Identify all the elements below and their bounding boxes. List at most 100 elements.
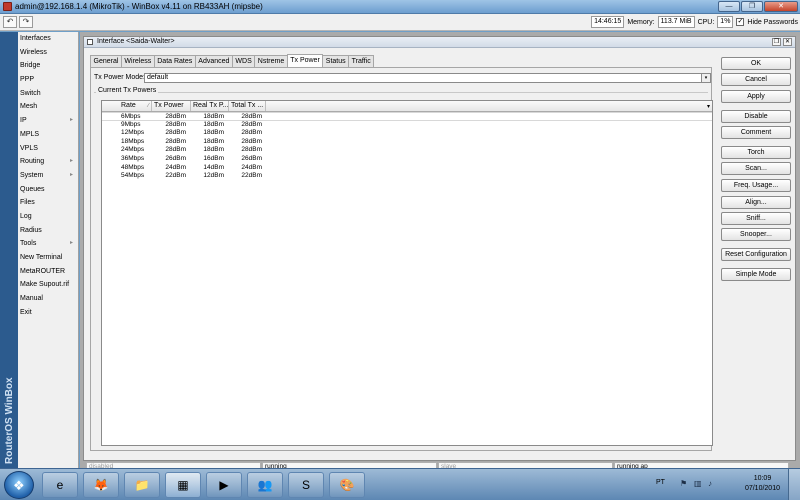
cancel-button[interactable]: Cancel [721, 73, 791, 86]
cell-total-tx: 22dBm [241, 172, 262, 180]
cell-real-tx: 18dBm [203, 120, 224, 128]
cell-rate: 9Mbps [121, 120, 141, 128]
show-desktop-button[interactable] [788, 469, 800, 500]
menu-item-ip[interactable]: IP [18, 114, 78, 128]
align-button[interactable]: Align... [721, 196, 791, 209]
flag-icon[interactable]: ⚑ [680, 479, 687, 488]
apply-button[interactable]: Apply [721, 90, 791, 103]
cell-rate: 48Mbps [121, 163, 145, 171]
dialog-close-button[interactable]: ✕ [783, 38, 792, 46]
menu-item-switch[interactable]: Switch [18, 87, 78, 101]
tab-wireless[interactable]: Wireless [120, 55, 155, 67]
cell-real-tx: 18dBm [203, 129, 224, 137]
cell-total-tx: 28dBm [241, 120, 262, 128]
minimize-button[interactable]: — [718, 1, 740, 12]
tab-traffic[interactable]: Traffic [348, 55, 375, 67]
tx-power-table: ▾ RateTx PowerReal Tx P...Total Tx ... 6… [101, 100, 713, 446]
table-row[interactable]: 54Mbps 22dBm 12dBm 22dBm [102, 172, 712, 181]
snooper-button[interactable]: Snooper... [721, 228, 791, 241]
menu-item-radius[interactable]: Radius [18, 224, 78, 238]
table-row[interactable]: 9Mbps 28dBm 18dBm 28dBm [102, 121, 712, 130]
tab-wds[interactable]: WDS [231, 55, 256, 67]
torch-button[interactable]: Torch [721, 146, 791, 159]
menu-item-ppp[interactable]: PPP [18, 73, 78, 87]
taskbar-paint-icon[interactable]: 🎨 [329, 472, 365, 498]
taskbar-internet-explorer-icon[interactable]: e [42, 472, 78, 498]
scan-button[interactable]: Scan... [721, 162, 791, 175]
menu-item-system[interactable]: System [18, 169, 78, 183]
simple-mode-button[interactable]: Simple Mode [721, 268, 791, 281]
tx-power-mode-select[interactable]: default ▾ [144, 73, 711, 83]
cell-real-tx: 18dBm [203, 146, 224, 154]
menu-item-queues[interactable]: Queues [18, 183, 78, 197]
taskbar-winbox-icon[interactable]: ▦ [165, 472, 201, 498]
menu-item-vpls[interactable]: VPLS [18, 142, 78, 156]
comment-button[interactable]: Comment [721, 126, 791, 139]
disable-button[interactable]: Disable [721, 110, 791, 123]
taskbar-skype-icon[interactable]: S [288, 472, 324, 498]
chevron-down-icon[interactable]: ▾ [701, 74, 710, 82]
table-row[interactable]: 12Mbps 28dBm 18dBm 28dBm [102, 129, 712, 138]
window-title-bar[interactable]: admin@192.168.1.4 (MikroTik) - WinBox v4… [0, 0, 800, 14]
cell-tx-power: 28dBm [165, 137, 186, 145]
taskbar-media-player-icon[interactable]: ▶ [206, 472, 242, 498]
language-indicator[interactable]: PT [656, 479, 665, 486]
column-header-real-tx-p[interactable]: Real Tx P... [191, 101, 229, 111]
tab-status[interactable]: Status [322, 55, 350, 67]
cell-real-tx: 14dBm [203, 163, 224, 171]
cell-rate: 54Mbps [121, 172, 145, 180]
column-header-total-tx[interactable]: Total Tx ... [229, 101, 266, 111]
clock-readout: 14:46:15 [591, 16, 625, 28]
table-row[interactable]: 48Mbps 24dBm 14dBm 24dBm [102, 164, 712, 173]
redo-button[interactable]: ↷ [19, 16, 33, 28]
close-window-button[interactable]: ✕ [764, 1, 798, 12]
cell-total-tx: 24dBm [241, 163, 262, 171]
column-header-rate[interactable]: Rate [119, 101, 152, 111]
menu-item-make-supout-rif[interactable]: Make Supout.rif [18, 278, 78, 292]
sniff-button[interactable]: Sniff... [721, 212, 791, 225]
tx-power-mode-label: Tx Power Mode: [94, 74, 145, 81]
reset-configuration-button[interactable]: Reset Configuration [721, 248, 791, 261]
network-icon[interactable]: ▥ [694, 479, 702, 488]
main-menu: InterfacesWirelessBridgePPPSwitchMeshIPM… [18, 32, 79, 468]
table-row[interactable]: 36Mbps 26dBm 16dBm 26dBm [102, 155, 712, 164]
menu-item-wireless[interactable]: Wireless [18, 46, 78, 60]
ok-button[interactable]: OK [721, 57, 791, 70]
undo-button[interactable]: ↶ [3, 16, 17, 28]
dialog-restore-button[interactable]: ❐ [772, 38, 781, 46]
volume-icon[interactable]: ♪ [708, 479, 712, 488]
start-button[interactable]: ❖ [4, 471, 34, 499]
menu-item-mpls[interactable]: MPLS [18, 128, 78, 142]
tab-data-rates[interactable]: Data Rates [153, 55, 196, 67]
menu-item-files[interactable]: Files [18, 196, 78, 210]
taskbar-firefox-icon[interactable]: 🦊 [83, 472, 119, 498]
column-chooser-icon[interactable]: ▾ [707, 103, 710, 110]
system-clock[interactable]: 10:09 07/10/2010 [745, 474, 780, 494]
taskbar-file-explorer-icon[interactable]: 📁 [124, 472, 160, 498]
current-tx-powers-label: Current Tx Powers [96, 87, 159, 94]
menu-item-exit[interactable]: Exit [18, 306, 78, 320]
tab-tx-power[interactable]: Tx Power [286, 54, 324, 67]
maximize-button[interactable]: ❐ [741, 1, 763, 12]
menu-item-routing[interactable]: Routing [18, 155, 78, 169]
dialog-title-bar[interactable]: Interface <Saida-Walter> ❐ ✕ [84, 37, 795, 48]
table-row[interactable]: 24Mbps 28dBm 18dBm 28dBm [102, 146, 712, 155]
menu-item-log[interactable]: Log [18, 210, 78, 224]
menu-item-interfaces[interactable]: Interfaces [18, 32, 78, 46]
freq-usage-button[interactable]: Freq. Usage... [721, 179, 791, 192]
tab-nstreme[interactable]: Nstreme [254, 55, 288, 67]
table-row[interactable]: 18Mbps 28dBm 18dBm 28dBm [102, 138, 712, 147]
menu-item-metarouter[interactable]: MetaROUTER [18, 265, 78, 279]
tab-advanced[interactable]: Advanced [194, 55, 233, 67]
menu-item-mesh[interactable]: Mesh [18, 100, 78, 114]
taskbar-messenger-icon[interactable]: 👥 [247, 472, 283, 498]
hide-passwords-checkbox[interactable]: ✓ [736, 18, 745, 26]
table-row[interactable]: 6Mbps 28dBm 18dBm 28dBm [102, 112, 712, 121]
tab-general[interactable]: General [90, 55, 122, 67]
tx-power-mode-value: default [147, 74, 169, 81]
menu-item-tools[interactable]: Tools [18, 237, 78, 251]
menu-item-new-terminal[interactable]: New Terminal [18, 251, 78, 265]
column-header-tx-power[interactable]: Tx Power [152, 101, 191, 111]
menu-item-bridge[interactable]: Bridge [18, 59, 78, 73]
menu-item-manual[interactable]: Manual [18, 292, 78, 306]
